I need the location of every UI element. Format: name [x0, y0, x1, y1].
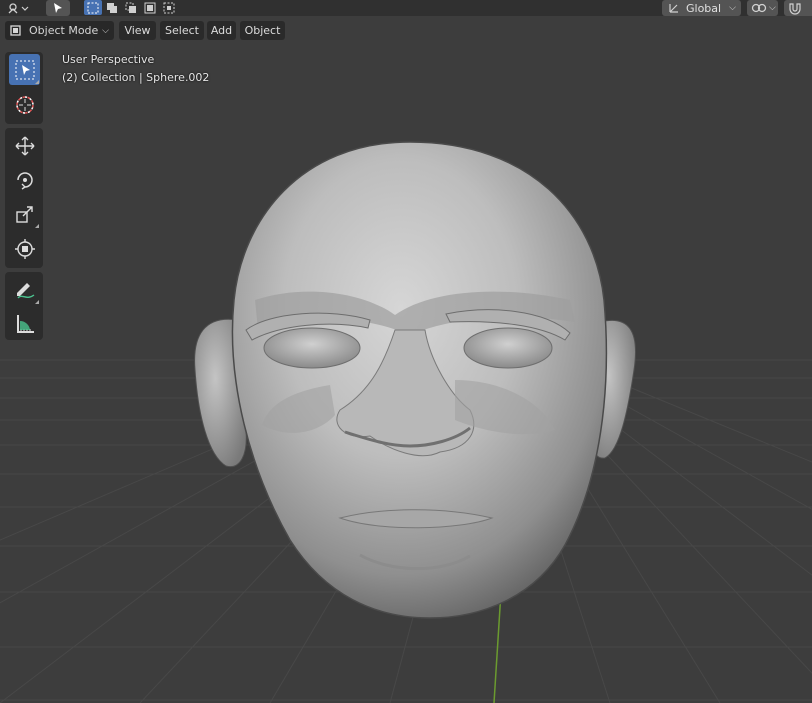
snap-toggle[interactable] — [784, 0, 812, 16]
tool-options-indicator — [35, 300, 39, 304]
view-name-label: User Perspective — [62, 53, 155, 66]
scale-tool[interactable] — [9, 198, 40, 229]
mode-label: Object Mode — [29, 24, 99, 37]
move-tool[interactable] — [9, 130, 40, 161]
select-box-icon — [15, 60, 34, 79]
3d-cursor-icon — [15, 95, 34, 114]
rotate-icon — [16, 171, 33, 190]
toolbar-group-select — [5, 52, 43, 124]
chevron-down-icon: ⌵ — [729, 3, 736, 13]
menu-select[interactable]: Select — [160, 21, 204, 40]
cursor-tool[interactable] — [9, 89, 40, 120]
collection-info-label: (2) Collection | Sphere.002 — [62, 71, 210, 84]
toolbar-group-annotate — [5, 272, 43, 340]
menu-view[interactable]: View — [119, 21, 156, 40]
object-mode-dropdown[interactable]: Object Mode ⌵ — [5, 21, 114, 40]
tool-options-indicator — [35, 224, 39, 228]
menu-add[interactable]: Add — [207, 21, 236, 40]
select-intersect-mode-icon[interactable] — [160, 0, 178, 15]
orientation-icon — [669, 4, 678, 13]
rotate-tool[interactable] — [9, 164, 40, 195]
move-arrows-icon — [15, 136, 34, 155]
transform-orientation-dropdown[interactable]: Global ⌵ — [662, 0, 741, 16]
magnet-icon — [789, 2, 801, 15]
select-tool-button[interactable] — [46, 0, 70, 16]
transform-icon — [14, 238, 35, 259]
right-eye — [463, 327, 553, 369]
menu-object[interactable]: Object — [240, 21, 285, 40]
select-invert-mode-icon[interactable] — [141, 0, 159, 15]
transform-tool[interactable] — [9, 233, 40, 264]
select-box-tool[interactable] — [9, 54, 40, 85]
viewport-canvas[interactable] — [0, 0, 812, 703]
cursor-arrow-icon — [54, 3, 62, 13]
select-subtract-mode-icon[interactable] — [122, 0, 140, 15]
chevron-down-icon: ⌵ — [102, 25, 109, 36]
pivot-point-dropdown[interactable]: ⌵ — [747, 0, 778, 16]
annotate-tool[interactable] — [9, 274, 40, 305]
orientation-label: Global — [686, 1, 722, 15]
left-eye — [263, 327, 361, 369]
tool-options-indicator — [35, 80, 39, 84]
toolbar-group-transform — [5, 128, 43, 268]
editor-type-icon[interactable] — [6, 0, 30, 15]
editor-header: Global ⌵ ⌵ — [0, 0, 812, 16]
ruler-icon — [16, 314, 34, 333]
pencil-icon — [16, 282, 34, 299]
head-mesh[interactable] — [194, 141, 636, 619]
3d-viewport[interactable] — [0, 0, 812, 703]
select-extend-mode-icon[interactable] — [103, 0, 121, 15]
measure-tool[interactable] — [9, 308, 40, 339]
object-mode-icon — [10, 25, 21, 36]
chevron-down-icon: ⌵ — [769, 3, 776, 13]
link-icon — [751, 3, 767, 13]
scale-icon — [15, 205, 33, 223]
select-new-mode-icon[interactable] — [84, 0, 102, 15]
